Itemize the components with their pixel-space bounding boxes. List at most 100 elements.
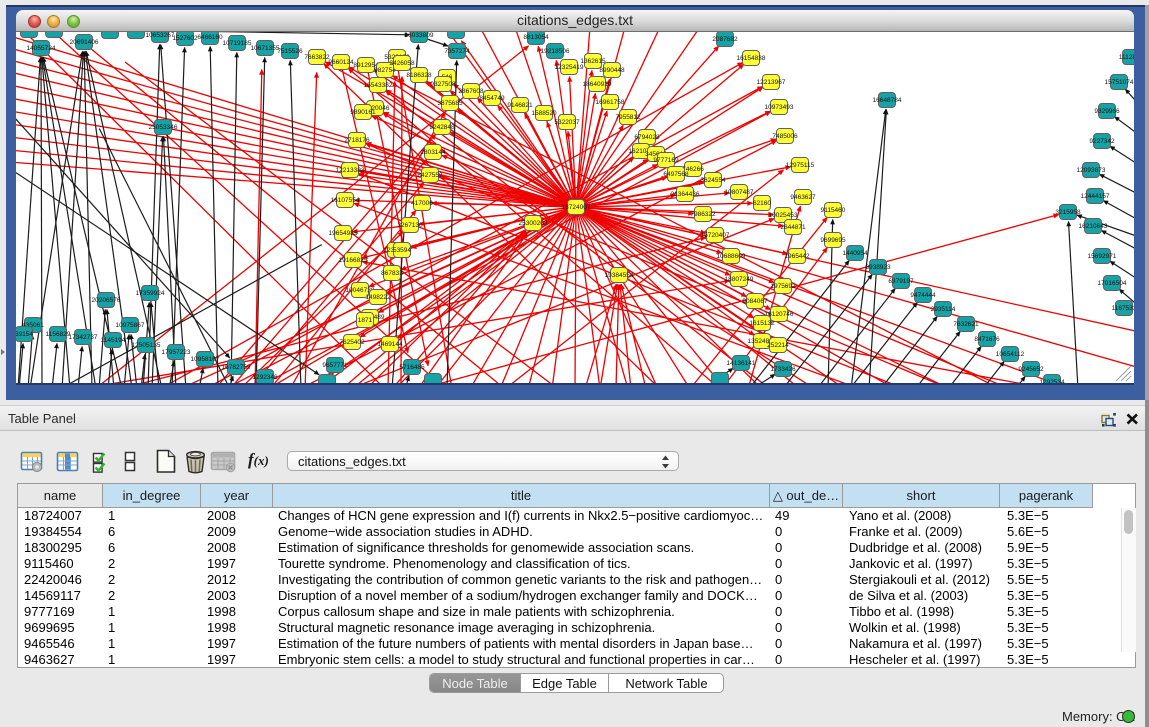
svg-text:9474444: 9474444 bbox=[910, 292, 936, 299]
svg-text:6794028: 6794028 bbox=[634, 134, 660, 141]
svg-text:1871: 1871 bbox=[358, 317, 373, 324]
svg-text:10688609: 10688609 bbox=[717, 253, 746, 260]
svg-text:9146821: 9146821 bbox=[507, 102, 533, 109]
svg-text:17359924: 17359924 bbox=[136, 290, 165, 297]
svg-text:19384554: 19384554 bbox=[605, 272, 634, 279]
svg-text:8454749: 8454749 bbox=[479, 95, 505, 102]
svg-text:17016504: 17016504 bbox=[1098, 280, 1127, 287]
svg-text:6379197: 6379197 bbox=[888, 278, 914, 285]
svg-text:1292346: 1292346 bbox=[252, 374, 278, 381]
svg-text:1498222: 1498222 bbox=[365, 294, 391, 301]
svg-text:6497568: 6497568 bbox=[663, 171, 689, 178]
svg-text:1975692: 1975692 bbox=[770, 283, 796, 290]
svg-text:3267130: 3267130 bbox=[397, 222, 423, 229]
svg-text:3875685: 3875685 bbox=[437, 100, 463, 107]
svg-text:9329966: 9329966 bbox=[1094, 108, 1120, 115]
svg-text:9699695: 9699695 bbox=[820, 237, 846, 244]
svg-text:10025453: 10025453 bbox=[769, 212, 798, 219]
svg-text:7663822: 7663822 bbox=[304, 54, 330, 61]
svg-text:12213383: 12213383 bbox=[336, 167, 365, 174]
svg-text:1733426: 1733426 bbox=[770, 366, 796, 373]
svg-text:2718176: 2718176 bbox=[344, 137, 370, 144]
svg-text:20206576: 20206576 bbox=[92, 297, 121, 304]
svg-text:9245652: 9245652 bbox=[1018, 366, 1044, 373]
svg-text:9463627: 9463627 bbox=[790, 194, 816, 201]
svg-text:12093873: 12093873 bbox=[1077, 167, 1106, 174]
svg-text:19218506: 19218506 bbox=[541, 48, 570, 55]
svg-text:5716485: 5716485 bbox=[399, 364, 425, 371]
svg-text:7515526: 7515526 bbox=[277, 48, 303, 55]
svg-text:8990448: 8990448 bbox=[599, 67, 625, 74]
svg-text:15720407: 15720407 bbox=[701, 232, 730, 239]
svg-text:7357274: 7357274 bbox=[444, 48, 470, 55]
svg-text:16961758: 16961758 bbox=[596, 99, 625, 106]
svg-text:1588520: 1588520 bbox=[531, 110, 557, 117]
svg-text:8938923: 8938923 bbox=[865, 264, 891, 271]
svg-text:1965442: 1965442 bbox=[784, 253, 810, 260]
svg-text:1292534: 1292534 bbox=[1039, 379, 1065, 383]
svg-text:7485006: 7485006 bbox=[772, 133, 798, 140]
svg-text:19166825: 19166825 bbox=[339, 257, 368, 264]
svg-text:10719185: 10719185 bbox=[223, 40, 252, 47]
svg-text:1615132: 1615132 bbox=[749, 320, 775, 327]
svg-text:7625402: 7625402 bbox=[339, 339, 365, 346]
svg-text:7955812: 7955812 bbox=[615, 114, 641, 121]
svg-text:10654112: 10654112 bbox=[996, 351, 1025, 358]
svg-text:16154838: 16154838 bbox=[737, 55, 766, 62]
svg-text:17957223: 17957223 bbox=[162, 349, 191, 356]
svg-text:16648784: 16648784 bbox=[873, 97, 902, 104]
svg-text:10973493: 10973493 bbox=[765, 104, 794, 111]
svg-text:12325419: 12325419 bbox=[555, 64, 584, 71]
svg-text:10958107: 10958107 bbox=[191, 356, 220, 363]
svg-text:12975115: 12975115 bbox=[786, 162, 815, 169]
svg-text:18640910: 18640910 bbox=[583, 81, 612, 88]
svg-text:25300203: 25300203 bbox=[519, 220, 548, 227]
svg-text:16210643: 16210643 bbox=[1079, 223, 1108, 230]
svg-text:8471676: 8471676 bbox=[974, 336, 1000, 343]
svg-text:1156829: 1156829 bbox=[46, 331, 71, 338]
svg-text:25053346: 25053346 bbox=[149, 124, 178, 131]
svg-text:39154: 39154 bbox=[16, 331, 33, 338]
svg-text:2087682: 2087682 bbox=[712, 36, 738, 43]
svg-text:17342737: 17342737 bbox=[69, 334, 98, 341]
svg-text:12444157: 12444157 bbox=[1081, 193, 1110, 200]
svg-text:1440954: 1440954 bbox=[842, 250, 868, 257]
svg-text:7986322: 7986322 bbox=[690, 211, 716, 218]
svg-text:18807249: 18807249 bbox=[725, 276, 754, 283]
svg-text:9227342: 9227342 bbox=[1089, 138, 1115, 145]
svg-text:1362615: 1362615 bbox=[580, 58, 606, 65]
svg-text:2644871: 2644871 bbox=[780, 224, 806, 231]
svg-text:8813054: 8813054 bbox=[523, 34, 549, 41]
svg-text:9327508: 9327508 bbox=[430, 81, 456, 88]
svg-text:5322037: 5322037 bbox=[554, 119, 580, 126]
svg-text:3624554: 3624554 bbox=[700, 177, 726, 184]
svg-text:14136141: 14136141 bbox=[727, 360, 756, 367]
svg-text:1527602: 1527602 bbox=[172, 35, 198, 42]
svg-text:9115460: 9115460 bbox=[821, 207, 846, 214]
svg-text:10807487: 10807487 bbox=[725, 189, 754, 196]
svg-text:16782759: 16782759 bbox=[222, 364, 251, 371]
svg-text:9084067: 9084067 bbox=[742, 298, 768, 305]
svg-text:9242848: 9242848 bbox=[429, 124, 455, 131]
svg-text:15692971: 15692971 bbox=[1088, 253, 1117, 260]
svg-text:18724007: 18724007 bbox=[562, 204, 591, 211]
svg-text:10975867: 10975867 bbox=[116, 322, 145, 329]
svg-text:867833: 867833 bbox=[381, 270, 403, 277]
svg-text:2867608: 2867608 bbox=[458, 88, 484, 95]
svg-text:2426058: 2426058 bbox=[389, 60, 415, 67]
svg-text:2803144: 2803144 bbox=[420, 149, 446, 156]
svg-text:417006: 417006 bbox=[411, 200, 433, 207]
svg-text:2935114: 2935114 bbox=[931, 306, 956, 313]
svg-text:62160: 62160 bbox=[753, 200, 771, 207]
svg-text:53594: 53594 bbox=[393, 247, 411, 254]
svg-text:16033809: 16033809 bbox=[405, 32, 434, 39]
svg-text:9890161: 9890161 bbox=[350, 109, 376, 116]
svg-text:1112843: 1112843 bbox=[1119, 54, 1134, 61]
svg-text:10671355: 10671355 bbox=[251, 45, 280, 52]
svg-text:7632621: 7632621 bbox=[953, 321, 979, 328]
svg-text:21364436: 21364436 bbox=[671, 191, 700, 198]
svg-text:12213967: 12213967 bbox=[757, 79, 786, 86]
svg-text:3215958: 3215958 bbox=[1055, 209, 1081, 216]
svg-text:1469144: 1469144 bbox=[377, 341, 403, 348]
svg-text:10653267: 10653267 bbox=[146, 32, 175, 39]
